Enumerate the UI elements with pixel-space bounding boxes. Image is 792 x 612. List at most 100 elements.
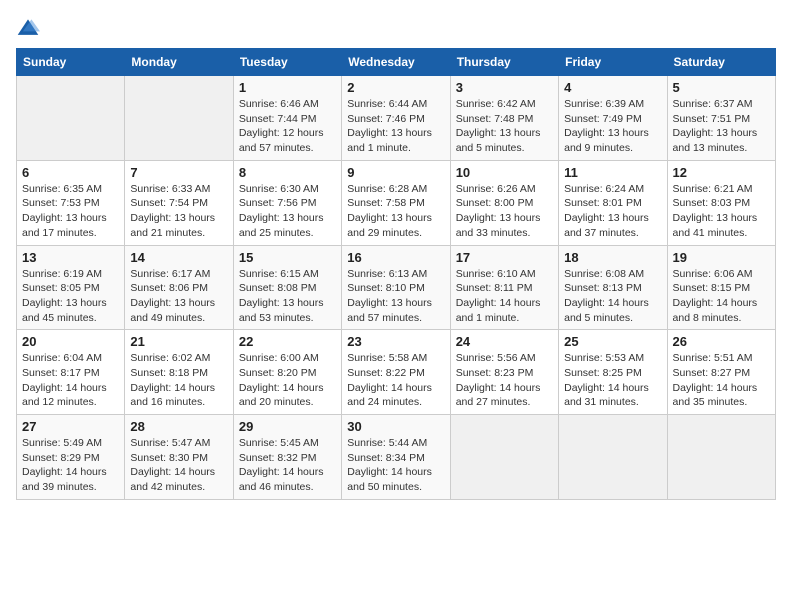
calendar-cell: 10 Sunrise: 6:26 AM Sunset: 8:00 PM Dayli…: [450, 160, 558, 245]
day-info: Sunrise: 6:00 AM Sunset: 8:20 PM Dayligh…: [239, 351, 336, 410]
day-number: 19: [673, 250, 770, 265]
day-number: 12: [673, 165, 770, 180]
day-info: Sunrise: 6:02 AM Sunset: 8:18 PM Dayligh…: [130, 351, 227, 410]
calendar-cell: 25 Sunrise: 5:53 AM Sunset: 8:25 PM Dayli…: [559, 330, 667, 415]
calendar-cell: 19 Sunrise: 6:06 AM Sunset: 8:15 PM Dayli…: [667, 245, 775, 330]
day-number: 11: [564, 165, 661, 180]
calendar-cell: 21 Sunrise: 6:02 AM Sunset: 8:18 PM Dayli…: [125, 330, 233, 415]
day-info: Sunrise: 6:39 AM Sunset: 7:49 PM Dayligh…: [564, 97, 661, 156]
calendar-cell: 20 Sunrise: 6:04 AM Sunset: 8:17 PM Dayli…: [17, 330, 125, 415]
day-number: 2: [347, 80, 444, 95]
day-info: Sunrise: 6:24 AM Sunset: 8:01 PM Dayligh…: [564, 182, 661, 241]
day-info: Sunrise: 6:46 AM Sunset: 7:44 PM Dayligh…: [239, 97, 336, 156]
day-number: 30: [347, 419, 444, 434]
calendar-cell: [125, 76, 233, 161]
day-number: 25: [564, 334, 661, 349]
day-info: Sunrise: 6:19 AM Sunset: 8:05 PM Dayligh…: [22, 267, 119, 326]
day-info: Sunrise: 5:58 AM Sunset: 8:22 PM Dayligh…: [347, 351, 444, 410]
page-header: [16, 16, 776, 40]
calendar-cell: [559, 415, 667, 500]
calendar-header-row: SundayMondayTuesdayWednesdayThursdayFrid…: [17, 49, 776, 76]
day-info: Sunrise: 6:06 AM Sunset: 8:15 PM Dayligh…: [673, 267, 770, 326]
calendar-cell: 8 Sunrise: 6:30 AM Sunset: 7:56 PM Daylig…: [233, 160, 341, 245]
day-number: 5: [673, 80, 770, 95]
day-info: Sunrise: 6:42 AM Sunset: 7:48 PM Dayligh…: [456, 97, 553, 156]
day-info: Sunrise: 5:51 AM Sunset: 8:27 PM Dayligh…: [673, 351, 770, 410]
calendar-cell: 17Sunrise: 6:10 AM Sunset: 8:11 PM Dayli…: [450, 245, 558, 330]
day-number: 23: [347, 334, 444, 349]
calendar-cell: 30 Sunrise: 5:44 AM Sunset: 8:34 PM Dayli…: [342, 415, 450, 500]
calendar-cell: 16 Sunrise: 6:13 AM Sunset: 8:10 PM Dayli…: [342, 245, 450, 330]
calendar-cell: 14 Sunrise: 6:17 AM Sunset: 8:06 PM Dayli…: [125, 245, 233, 330]
day-number: 18: [564, 250, 661, 265]
weekday-header: Friday: [559, 49, 667, 76]
calendar-cell: [17, 76, 125, 161]
day-number: 13: [22, 250, 119, 265]
logo-icon: [16, 16, 40, 40]
day-info: Sunrise: 6:44 AM Sunset: 7:46 PM Dayligh…: [347, 97, 444, 156]
calendar-week-row: 13 Sunrise: 6:19 AM Sunset: 8:05 PM Dayli…: [17, 245, 776, 330]
day-info: Sunrise: 6:35 AM Sunset: 7:53 PM Dayligh…: [22, 182, 119, 241]
day-info: Sunrise: 6:30 AM Sunset: 7:56 PM Dayligh…: [239, 182, 336, 241]
day-number: 21: [130, 334, 227, 349]
calendar-cell: 3 Sunrise: 6:42 AM Sunset: 7:48 PM Daylig…: [450, 76, 558, 161]
calendar-cell: 28 Sunrise: 5:47 AM Sunset: 8:30 PM Dayli…: [125, 415, 233, 500]
day-number: 24: [456, 334, 553, 349]
day-info: Sunrise: 6:15 AM Sunset: 8:08 PM Dayligh…: [239, 267, 336, 326]
day-info: Sunrise: 6:33 AM Sunset: 7:54 PM Dayligh…: [130, 182, 227, 241]
calendar-cell: 5 Sunrise: 6:37 AM Sunset: 7:51 PM Daylig…: [667, 76, 775, 161]
day-info: Sunrise: 6:37 AM Sunset: 7:51 PM Dayligh…: [673, 97, 770, 156]
weekday-header: Monday: [125, 49, 233, 76]
calendar-cell: [450, 415, 558, 500]
calendar-week-row: 1Sunrise: 6:46 AM Sunset: 7:44 PM Daylig…: [17, 76, 776, 161]
day-info: Sunrise: 5:49 AM Sunset: 8:29 PM Dayligh…: [22, 436, 119, 495]
calendar-cell: 26 Sunrise: 5:51 AM Sunset: 8:27 PM Dayli…: [667, 330, 775, 415]
day-number: 7: [130, 165, 227, 180]
day-number: 6: [22, 165, 119, 180]
day-info: Sunrise: 6:04 AM Sunset: 8:17 PM Dayligh…: [22, 351, 119, 410]
calendar-cell: 7 Sunrise: 6:33 AM Sunset: 7:54 PM Daylig…: [125, 160, 233, 245]
calendar-cell: 29 Sunrise: 5:45 AM Sunset: 8:32 PM Dayli…: [233, 415, 341, 500]
day-info: Sunrise: 6:10 AM Sunset: 8:11 PM Dayligh…: [456, 267, 553, 326]
calendar-table: SundayMondayTuesdayWednesdayThursdayFrid…: [16, 48, 776, 500]
calendar-cell: 4 Sunrise: 6:39 AM Sunset: 7:49 PM Daylig…: [559, 76, 667, 161]
day-number: 3: [456, 80, 553, 95]
calendar-cell: 27 Sunrise: 5:49 AM Sunset: 8:29 PM Dayli…: [17, 415, 125, 500]
day-number: 4: [564, 80, 661, 95]
calendar-week-row: 27 Sunrise: 5:49 AM Sunset: 8:29 PM Dayli…: [17, 415, 776, 500]
day-number: 26: [673, 334, 770, 349]
calendar-cell: 15 Sunrise: 6:15 AM Sunset: 8:08 PM Dayli…: [233, 245, 341, 330]
weekday-header: Thursday: [450, 49, 558, 76]
calendar-cell: 22Sunrise: 6:00 AM Sunset: 8:20 PM Dayli…: [233, 330, 341, 415]
day-info: Sunrise: 5:53 AM Sunset: 8:25 PM Dayligh…: [564, 351, 661, 410]
weekday-header: Sunday: [17, 49, 125, 76]
day-info: Sunrise: 6:08 AM Sunset: 8:13 PM Dayligh…: [564, 267, 661, 326]
day-number: 14: [130, 250, 227, 265]
day-number: 29: [239, 419, 336, 434]
day-info: Sunrise: 6:13 AM Sunset: 8:10 PM Dayligh…: [347, 267, 444, 326]
weekday-header: Tuesday: [233, 49, 341, 76]
day-info: Sunrise: 5:44 AM Sunset: 8:34 PM Dayligh…: [347, 436, 444, 495]
day-number: 10: [456, 165, 553, 180]
day-number: 20: [22, 334, 119, 349]
calendar-cell: 1Sunrise: 6:46 AM Sunset: 7:44 PM Daylig…: [233, 76, 341, 161]
day-number: 28: [130, 419, 227, 434]
day-info: Sunrise: 6:17 AM Sunset: 8:06 PM Dayligh…: [130, 267, 227, 326]
weekday-header: Saturday: [667, 49, 775, 76]
calendar-cell: 24 Sunrise: 5:56 AM Sunset: 8:23 PM Dayli…: [450, 330, 558, 415]
day-number: 16: [347, 250, 444, 265]
weekday-header: Wednesday: [342, 49, 450, 76]
day-number: 27: [22, 419, 119, 434]
day-info: Sunrise: 5:45 AM Sunset: 8:32 PM Dayligh…: [239, 436, 336, 495]
day-info: Sunrise: 6:26 AM Sunset: 8:00 PM Dayligh…: [456, 182, 553, 241]
day-info: Sunrise: 5:56 AM Sunset: 8:23 PM Dayligh…: [456, 351, 553, 410]
calendar-week-row: 20 Sunrise: 6:04 AM Sunset: 8:17 PM Dayli…: [17, 330, 776, 415]
day-info: Sunrise: 6:21 AM Sunset: 8:03 PM Dayligh…: [673, 182, 770, 241]
day-number: 8: [239, 165, 336, 180]
day-number: 15: [239, 250, 336, 265]
day-info: Sunrise: 5:47 AM Sunset: 8:30 PM Dayligh…: [130, 436, 227, 495]
calendar-cell: [667, 415, 775, 500]
calendar-cell: 9Sunrise: 6:28 AM Sunset: 7:58 PM Daylig…: [342, 160, 450, 245]
calendar-cell: 6 Sunrise: 6:35 AM Sunset: 7:53 PM Daylig…: [17, 160, 125, 245]
calendar-cell: 23 Sunrise: 5:58 AM Sunset: 8:22 PM Dayli…: [342, 330, 450, 415]
